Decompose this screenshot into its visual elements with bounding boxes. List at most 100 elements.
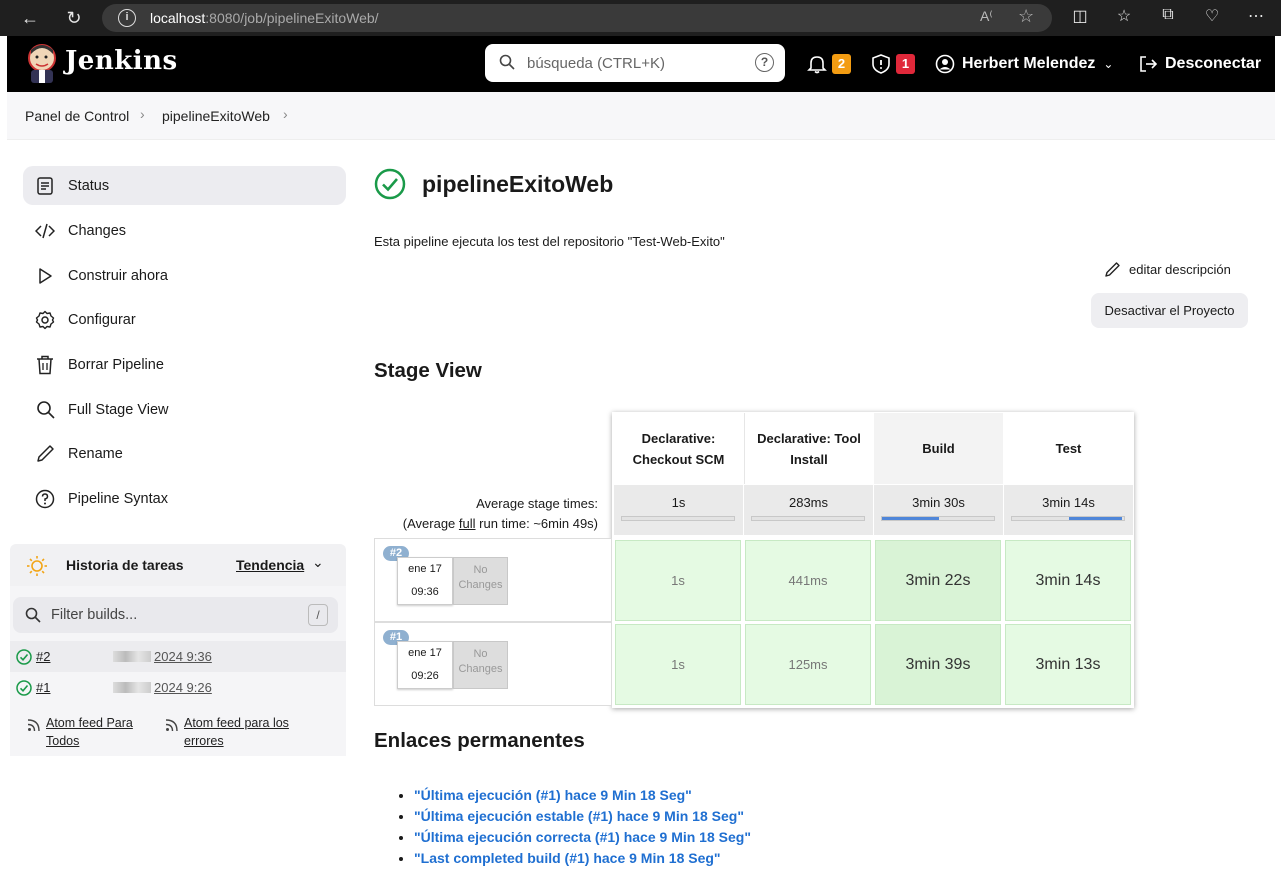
security-badge: 1: [896, 54, 915, 74]
user-name: Herbert Melendez: [962, 55, 1096, 72]
help-icon: [35, 489, 55, 509]
sidebar-item-changes[interactable]: Changes: [23, 211, 346, 250]
atom-feed-all-link[interactable]: Atom feed Para Todos: [46, 714, 146, 750]
stage-header: Test: [1055, 441, 1082, 456]
stage-cell[interactable]: 3min 39s: [875, 624, 1001, 705]
sun-icon: [27, 556, 47, 576]
collections-icon[interactable]: ⧉: [1156, 6, 1180, 24]
filter-placeholder: Filter builds...: [51, 607, 138, 623]
code-icon: [35, 221, 55, 241]
page-title: pipelineExitoWeb: [422, 171, 614, 197]
stage-header: Declarative: Tool Install: [744, 413, 873, 484]
permalinks-heading: Enlaces permanentes: [374, 729, 585, 752]
read-aloud-icon[interactable]: A⁽: [980, 8, 993, 25]
notifications-button[interactable]: 2: [807, 36, 851, 92]
sidebar-item-configure[interactable]: Configurar: [23, 300, 346, 339]
search-icon: [35, 400, 55, 420]
permalink[interactable]: "Última ejecución correcta (#1) hace 9 M…: [414, 829, 751, 845]
chevron-down-icon[interactable]: ⌄: [312, 554, 324, 571]
build-number-link[interactable]: #1: [36, 680, 50, 695]
build-row[interactable]: #1 2024 9:26: [10, 672, 346, 703]
edit-description-label: editar descripción: [1129, 262, 1231, 277]
favorites-icon[interactable]: ☆: [1112, 6, 1136, 26]
sidebar-item-rename[interactable]: Rename: [23, 434, 346, 473]
sidebar-item-label: Status: [68, 177, 110, 194]
user-menu[interactable]: Herbert Melendez ⌄: [935, 36, 1113, 92]
stage-cell[interactable]: 441ms: [745, 540, 871, 621]
search-input[interactable]: búsqueda (CTRL+K): [527, 55, 665, 72]
stage-cell[interactable]: 125ms: [745, 624, 871, 705]
sidebar-item-delete-pipeline[interactable]: Borrar Pipeline: [23, 345, 346, 384]
gear-icon: [35, 310, 55, 330]
permalink[interactable]: "Last completed build (#1) hace 9 Min 18…: [414, 850, 721, 866]
average-times-label: Average stage times: (Average full run t…: [402, 496, 598, 531]
stage-average: 283ms: [744, 485, 873, 535]
jenkins-logo-text[interactable]: Jenkins: [65, 46, 178, 76]
success-check-icon: [16, 649, 32, 665]
build-date-link[interactable]: 2024 9:26: [154, 680, 212, 695]
sidebar-item-label: Pipeline Syntax: [68, 490, 168, 507]
sidebar-item-pipeline-syntax[interactable]: Pipeline Syntax: [23, 479, 346, 518]
trash-icon: [35, 355, 55, 375]
build-date-link[interactable]: 2024 9:36: [154, 649, 212, 664]
jenkins-logo-icon[interactable]: [25, 42, 59, 84]
redacted-date: [113, 682, 151, 693]
sidebar-item-status[interactable]: Status: [23, 166, 346, 205]
bell-icon: [807, 56, 827, 74]
edit-description-link[interactable]: editar descripción: [1104, 261, 1231, 278]
more-menu-icon[interactable]: ⋯: [1244, 6, 1268, 26]
pencil-icon: [35, 444, 55, 464]
stage-cell[interactable]: 1s: [615, 540, 741, 621]
stage-cell[interactable]: 3min 22s: [875, 540, 1001, 621]
rss-icon: [165, 719, 178, 732]
breadcrumb: Panel de Control › pipelineExitoWeb ›: [7, 92, 1275, 140]
build-history-title: Historia de tareas: [66, 557, 184, 573]
stage-view-heading: Stage View: [374, 359, 482, 382]
stage-cell[interactable]: 1s: [615, 624, 741, 705]
list-item: "Última ejecución (#1) hace 9 Min 18 Seg…: [414, 785, 751, 806]
back-icon[interactable]: ←: [18, 6, 42, 30]
breadcrumb-job[interactable]: pipelineExitoWeb: [162, 108, 270, 124]
build-number-link[interactable]: #2: [36, 649, 50, 664]
job-description: Esta pipeline ejecuta los test del repos…: [374, 234, 725, 249]
list-item: "Última ejecución correcta (#1) hace 9 M…: [414, 827, 751, 848]
health-icon[interactable]: ♡: [1200, 6, 1224, 26]
run-changes[interactable]: No Changes: [453, 557, 508, 605]
run-row: #1 ene 17 09:26 No Changes: [374, 622, 612, 706]
stage-header: Declarative: Checkout SCM: [632, 430, 725, 467]
build-history-header: Historia de tareas Tendencia ⌄: [10, 544, 346, 586]
logout-label: Desconectar: [1165, 55, 1262, 72]
disable-project-button[interactable]: Desactivar el Proyecto: [1091, 293, 1248, 328]
stage-cell[interactable]: 3min 14s: [1005, 540, 1131, 621]
full-run-link[interactable]: full: [459, 516, 476, 531]
stage-cell[interactable]: 3min 13s: [1005, 624, 1131, 705]
breadcrumb-dashboard[interactable]: Panel de Control: [25, 108, 129, 124]
sidebar-item-build-now[interactable]: Construir ahora: [23, 256, 346, 295]
play-icon: [35, 266, 55, 286]
sidebar-item-label: Rename: [68, 445, 123, 462]
logout-button[interactable]: Desconectar: [1138, 36, 1261, 92]
site-info-icon[interactable]: i: [118, 9, 136, 27]
logout-icon: [1140, 56, 1158, 72]
split-screen-icon[interactable]: ◫: [1068, 6, 1092, 26]
sidebar-item-label: Changes: [68, 222, 127, 239]
permalink[interactable]: "Última ejecución (#1) hace 9 Min 18 Seg…: [414, 787, 692, 803]
favorite-star-icon[interactable]: ☆: [1018, 6, 1034, 27]
build-row[interactable]: #2 2024 9:36: [10, 641, 346, 672]
search-help-icon[interactable]: ?: [755, 53, 774, 72]
permalink[interactable]: "Última ejecución estable (#1) hace 9 Mi…: [414, 808, 744, 824]
pencil-icon: [1105, 262, 1120, 277]
filter-builds-input[interactable]: Filter builds... /: [13, 597, 338, 633]
sidebar-item-label: Full Stage View: [68, 401, 169, 418]
run-changes[interactable]: No Changes: [453, 641, 508, 689]
trend-link[interactable]: Tendencia: [236, 557, 304, 573]
breadcrumb-chevron-icon[interactable]: ›: [283, 106, 288, 122]
search-box[interactable]: búsqueda (CTRL+K) ?: [485, 44, 785, 82]
atom-feed-errors-link[interactable]: Atom feed para los errores: [184, 714, 304, 750]
sidebar-item-full-stage-view[interactable]: Full Stage View: [23, 390, 346, 429]
reload-icon[interactable]: ↻: [62, 6, 86, 30]
security-button[interactable]: 1: [871, 36, 915, 92]
status-icon: [35, 176, 55, 196]
address-bar[interactable]: i localhost:8080/job/pipelineExitoWeb/ A…: [102, 4, 1052, 32]
browser-toolbar: ← ↻ i localhost:8080/job/pipelineExitoWe…: [0, 0, 1281, 36]
